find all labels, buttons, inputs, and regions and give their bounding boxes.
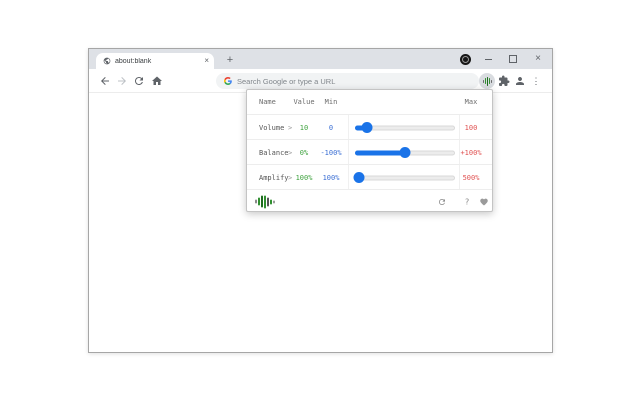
- maximize-icon: [509, 55, 517, 63]
- slider-thumb[interactable]: [361, 122, 373, 133]
- row-value: 0%: [299, 148, 309, 157]
- minimize-icon: [484, 58, 492, 60]
- omnibox-address-bar[interactable]: Search Google or type a URL: [216, 73, 479, 89]
- forward-button[interactable]: [116, 75, 128, 87]
- column-header-name: Name: [259, 98, 276, 106]
- waveform-logo-icon: [255, 194, 275, 209]
- row-value: 100%: [295, 173, 313, 182]
- row-max: 100: [464, 123, 478, 132]
- maximize-button[interactable]: [505, 49, 521, 69]
- volume-slider[interactable]: [355, 122, 455, 133]
- chevron-right-icon[interactable]: >: [288, 174, 292, 182]
- row-label: Balance: [259, 148, 289, 157]
- row-label: Amplify: [259, 173, 289, 182]
- balance-row: Balance > 0% -100% +100%: [247, 139, 492, 165]
- home-button[interactable]: [151, 75, 163, 87]
- back-button[interactable]: [99, 75, 111, 87]
- amplify-slider[interactable]: [353, 172, 455, 183]
- tab-title: about:blank: [115, 57, 152, 65]
- balance-slider[interactable]: [355, 147, 455, 158]
- tab-about-blank[interactable]: about:blank ×: [96, 53, 214, 69]
- column-header-min: Min: [324, 98, 338, 106]
- close-window-button[interactable]: ×: [530, 49, 546, 69]
- row-label: Volume: [259, 123, 285, 132]
- chrome-menu-button[interactable]: ⋮: [530, 73, 542, 89]
- new-tab-button[interactable]: +: [222, 52, 238, 68]
- slider-thumb[interactable]: [353, 172, 365, 183]
- slider-thumb[interactable]: [399, 147, 411, 158]
- row-min: 0: [328, 123, 334, 132]
- row-value: 10: [299, 123, 309, 132]
- slider-fill: [355, 150, 405, 155]
- heart-icon[interactable]: [480, 197, 489, 206]
- row-min: 100%: [322, 173, 340, 182]
- audio-extension-popup: Name Value Min Max Volume > 10 0 100 Bal…: [246, 89, 493, 212]
- reset-icon[interactable]: [438, 197, 447, 206]
- chevron-right-icon[interactable]: >: [288, 124, 292, 132]
- waveform-icon: [482, 76, 492, 86]
- popup-header-row: Name Value Min Max: [247, 90, 492, 114]
- audio-extension-button[interactable]: [479, 73, 495, 89]
- profile-avatar-icon[interactable]: [514, 75, 526, 87]
- google-g-icon: [224, 77, 232, 85]
- tab-strip: about:blank × + ×: [89, 49, 552, 69]
- amplify-row: Amplify > 100% 100% 500%: [247, 164, 492, 190]
- popup-footer: ?: [247, 189, 492, 213]
- slider-track[interactable]: [355, 175, 455, 180]
- volume-row: Volume > 10 0 100: [247, 114, 492, 140]
- chevron-right-icon[interactable]: >: [288, 149, 292, 157]
- help-icon[interactable]: ?: [465, 197, 470, 206]
- omnibox-placeholder: Search Google or type a URL: [237, 76, 336, 86]
- record-indicator-icon[interactable]: [460, 54, 471, 65]
- minimize-button[interactable]: [480, 49, 496, 69]
- row-min: -100%: [320, 148, 342, 157]
- row-max: 500%: [462, 173, 480, 182]
- tab-close-icon[interactable]: ×: [204, 57, 209, 65]
- column-header-value: Value: [293, 98, 315, 106]
- reload-button[interactable]: [133, 75, 145, 87]
- column-header-max: Max: [464, 98, 478, 106]
- extensions-puzzle-icon[interactable]: [498, 75, 510, 87]
- globe-favicon-icon: [103, 57, 111, 65]
- row-max: +100%: [460, 148, 482, 157]
